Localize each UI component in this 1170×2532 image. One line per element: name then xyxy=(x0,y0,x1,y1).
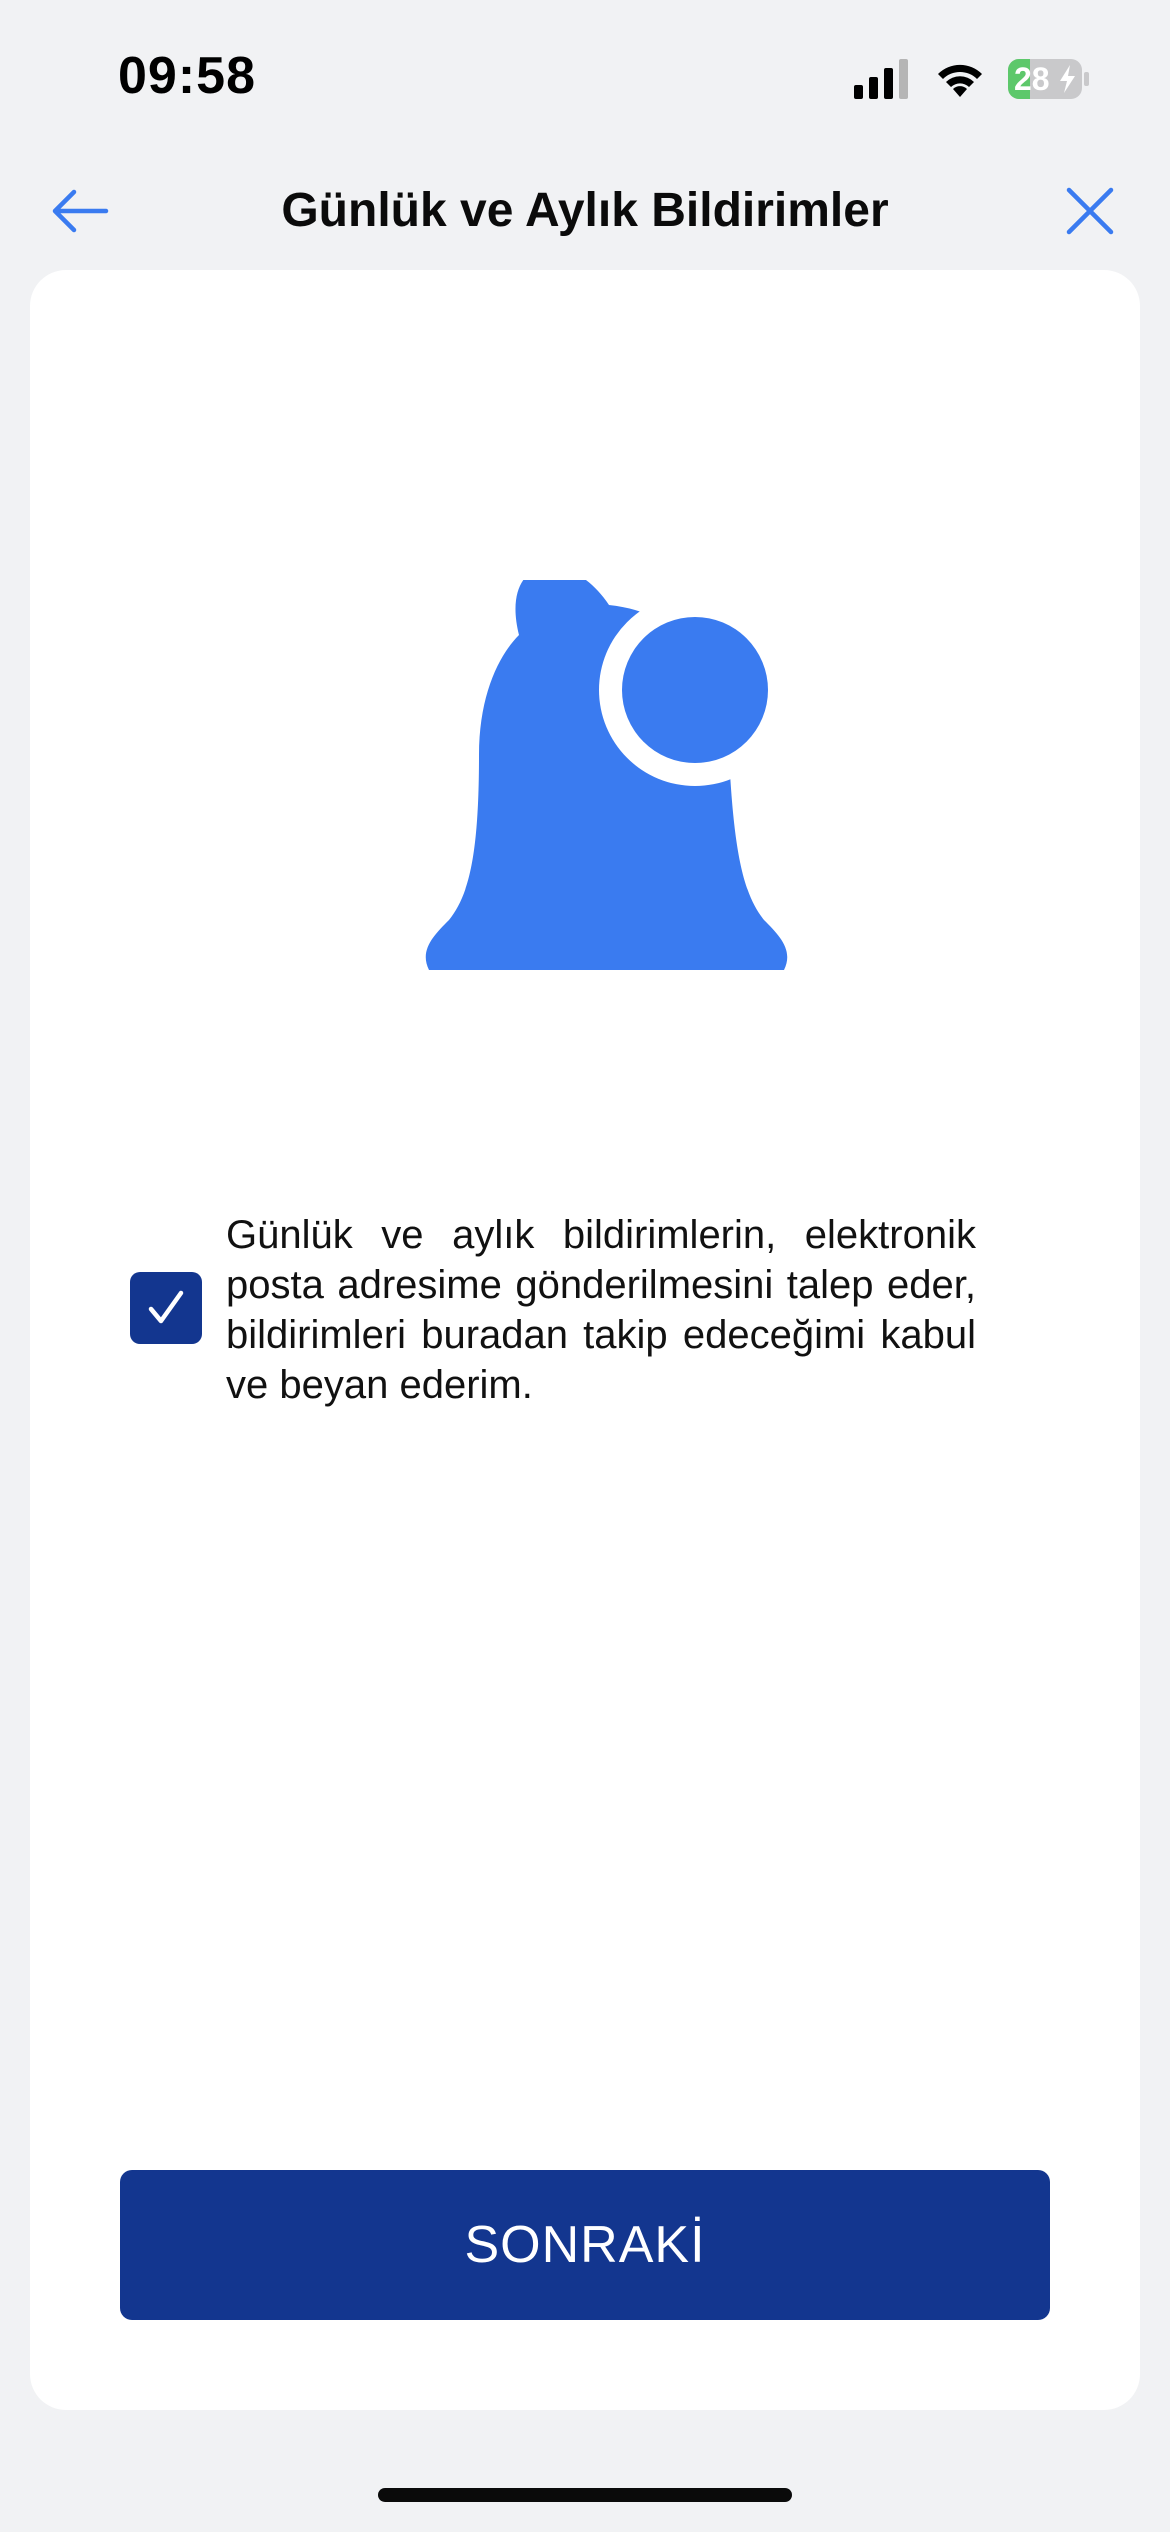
nav-header: Günlük ve Aylık Bildirimler xyxy=(0,165,1170,255)
signal-icon xyxy=(854,59,908,99)
next-button[interactable]: SONRAKİ xyxy=(120,2170,1050,2320)
close-icon xyxy=(1066,187,1114,235)
status-time: 09:58 xyxy=(118,47,256,105)
illustration xyxy=(399,566,809,1061)
consent-checkbox[interactable] xyxy=(130,1272,202,1344)
checkmark-icon xyxy=(148,1290,184,1324)
back-button[interactable] xyxy=(48,179,112,243)
status-bar: 09:58 28 xyxy=(0,0,1170,150)
status-icons: 28 xyxy=(854,54,1090,104)
wifi-icon xyxy=(938,64,982,97)
arrow-left-icon xyxy=(52,189,109,233)
content-card: Günlük ve aylık bildirimlerin, elektroni… xyxy=(30,270,1140,2410)
battery-level: 28 xyxy=(1014,61,1050,97)
home-indicator[interactable] xyxy=(378,2488,792,2502)
close-button[interactable] xyxy=(1058,179,1122,243)
page-title: Günlük ve Aylık Bildirimler xyxy=(281,184,889,237)
consent-text: Günlük ve aylık bildirimlerin, elektroni… xyxy=(226,1213,976,1407)
notification-bell-icon xyxy=(425,566,791,1061)
battery-icon: 28 xyxy=(1008,59,1090,99)
